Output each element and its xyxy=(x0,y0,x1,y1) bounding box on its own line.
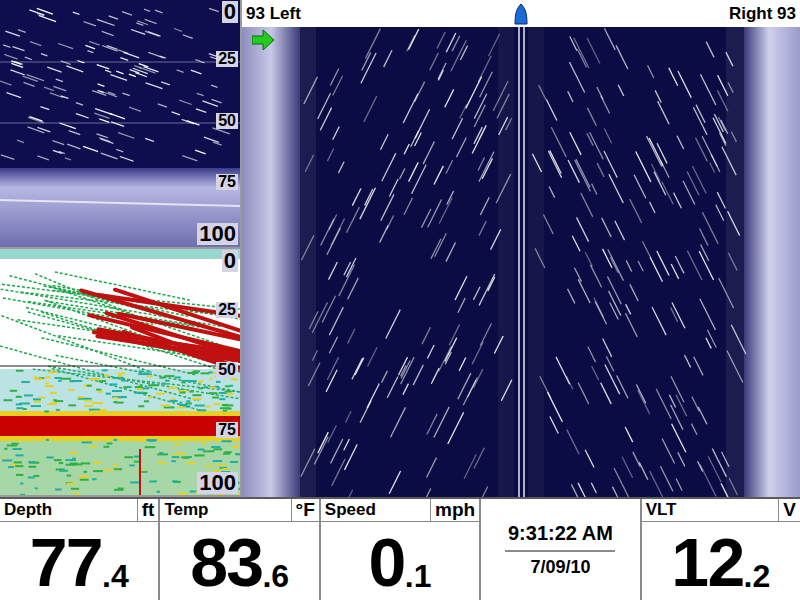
readout-decimal: .2 xyxy=(744,560,771,592)
readout-unit: V xyxy=(778,499,800,521)
readout-unit: ft xyxy=(137,499,159,521)
down-imaging-scale-label: 25 xyxy=(216,51,238,67)
side-imaging-view xyxy=(242,27,800,497)
readout-unit: °F xyxy=(291,499,319,521)
status-readout: Temp °F 83.6 xyxy=(158,499,318,600)
side-imaging-header: 93 Left Right 93 xyxy=(242,0,800,27)
sonar-2d-scale-label: 100 xyxy=(197,472,238,494)
right-range-label: Right 93 xyxy=(528,5,796,22)
readout-decimal: .4 xyxy=(102,560,129,592)
down-imaging-scale-label: 75 xyxy=(216,174,238,190)
sonar-2d-chart xyxy=(0,249,240,495)
readout-label: Speed xyxy=(321,499,380,521)
readout-value: 77 xyxy=(30,528,102,596)
down-imaging-chart xyxy=(0,0,240,247)
down-imaging-scale-label: 100 xyxy=(197,223,238,245)
sonar-2d-scale-label: 50 xyxy=(216,362,238,378)
readout-label: Depth xyxy=(0,499,56,521)
readout-label: Temp xyxy=(160,499,212,521)
sonar-2d-panel: 0 25 50 75 100 xyxy=(0,249,240,495)
down-imaging-scale-label: 0 xyxy=(222,1,238,23)
sonar-2d-scale-label: 75 xyxy=(216,422,238,438)
status-bar: Depth ft 77.4 Temp °F 83.6 Speed mph 0.1 9:31:22 … xyxy=(0,497,800,600)
clock-time: 9:31:22 AM xyxy=(508,521,613,546)
readout-label: VLT xyxy=(642,499,681,521)
readout-decimal: .6 xyxy=(262,560,289,592)
status-readout: Depth ft 77.4 xyxy=(0,499,158,600)
status-readout: VLT V 12.2 xyxy=(640,499,800,600)
status-readout: Speed mph 0.1 xyxy=(319,499,479,600)
readout-value: 83 xyxy=(190,528,262,596)
readout-unit: mph xyxy=(430,499,479,521)
side-imaging-panel: 93 Left Right 93 xyxy=(242,0,800,497)
clock-date: 7/09/10 xyxy=(530,556,590,579)
left-range-label: 93 Left xyxy=(246,5,514,22)
status-clock: 9:31:22 AM 7/09/10 xyxy=(479,499,639,600)
down-imaging-panel: 0 25 50 75 100 xyxy=(0,0,240,247)
boat-icon xyxy=(514,3,528,25)
sonar-2d-scale-label: 0 xyxy=(222,250,238,272)
down-imaging-scale-label: 50 xyxy=(216,113,238,129)
readout-decimal: .1 xyxy=(405,560,432,592)
fish-finder-screen: 0 25 50 75 100 0 25 50 75 100 93 Left Right 93 Depth… xyxy=(0,0,800,600)
readout-value: 12 xyxy=(671,528,743,596)
side-imaging-chart xyxy=(242,27,800,497)
readout-value: 0 xyxy=(369,528,405,596)
arrow-icon xyxy=(252,30,274,50)
left-column: 0 25 50 75 100 0 25 50 75 100 xyxy=(0,0,240,497)
sonar-2d-scale-label: 25 xyxy=(216,302,238,318)
